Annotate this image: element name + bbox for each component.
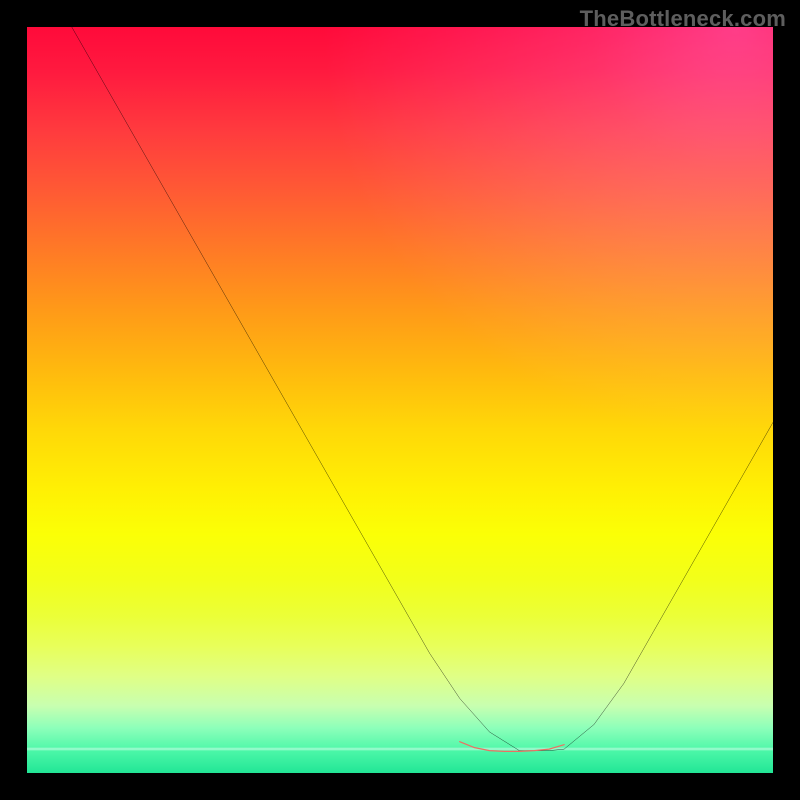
watermark-label: TheBottleneck.com [580, 6, 786, 32]
chart-svg [27, 27, 773, 773]
plot-area [27, 27, 773, 773]
bottleneck-curve [72, 27, 773, 751]
optimal-range-marker [460, 742, 564, 752]
chart-frame: TheBottleneck.com [0, 0, 800, 800]
